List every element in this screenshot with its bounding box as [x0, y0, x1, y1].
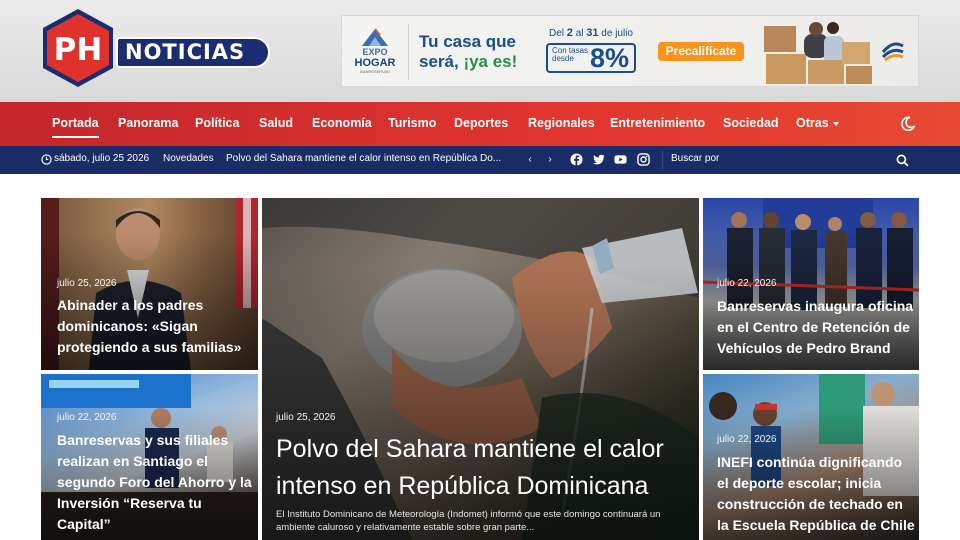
house-icon: [362, 28, 388, 46]
nav-item-politica[interactable]: Política: [195, 102, 239, 146]
clock-icon: [41, 154, 52, 165]
article-card-inefi[interactable]: julio 22, 2026 INEFI continúa dignifican…: [703, 374, 919, 540]
current-date: sábado, julio 25 2026: [54, 153, 150, 164]
article-title[interactable]: Polvo del Sahara mantiene el calor inten…: [276, 431, 688, 505]
article-card-abinader[interactable]: julio 25, 2026 Abinader a los padres dom…: [41, 198, 258, 370]
article-date: julio 22, 2026: [717, 434, 777, 445]
moving-boxes-image: [764, 22, 872, 84]
article-excerpt: El Instituto Dominicano de Meteorología …: [276, 509, 661, 533]
banreservas-small-text: BANRESERVAS: [360, 69, 390, 74]
rate-value: 8%: [589, 43, 629, 73]
facebook-icon[interactable]: [570, 153, 583, 166]
nav-item-entretenimiento[interactable]: Entretenimiento: [610, 102, 705, 146]
date-end: 31: [586, 27, 599, 39]
article-date: julio 25, 2026: [276, 412, 336, 423]
ph-logo-mark: PH: [43, 9, 113, 87]
slogan-line-2b: ¡ya es!: [463, 52, 518, 71]
chevron-down-icon: [832, 121, 839, 126]
article-title[interactable]: Abinader a los padres dominicanos: «Siga…: [57, 295, 252, 358]
expo-text: EXPO: [362, 47, 388, 57]
hogar-text: HOGAR: [354, 57, 396, 69]
ad-banner[interactable]: EXPO HOGAR BANRESERVAS Tu casa que será,…: [341, 15, 919, 87]
twitter-icon[interactable]: [592, 153, 605, 166]
ticker-label: Novedades: [163, 153, 214, 164]
banner-rate-box: Con tasas desde 8%: [546, 43, 636, 73]
ticker-prev-icon[interactable]: ‹: [522, 152, 538, 168]
nav-item-deportes[interactable]: Deportes: [454, 102, 508, 146]
moon-icon[interactable]: [900, 116, 916, 132]
banreservas-icon: [881, 42, 904, 62]
logo-wordmark: NOTICIAS: [116, 37, 270, 68]
date-suffix: de julio: [598, 28, 633, 39]
article-card-banreservas-foro[interactable]: julio 22, 2026 Banreservas y sus filiale…: [41, 374, 258, 540]
ticker-next-icon[interactable]: ›: [542, 152, 558, 168]
banner-divider: [408, 24, 409, 80]
logo-mark-text: PH: [54, 32, 103, 68]
precalificate-button[interactable]: Precalifícate: [658, 42, 744, 61]
banner-date-range: Del 2 al 31 de julio: [546, 27, 636, 40]
instagram-icon[interactable]: [637, 153, 650, 166]
date-prefix: Del: [549, 28, 567, 39]
nav-item-regionales[interactable]: Regionales: [528, 102, 595, 146]
ticker-headline[interactable]: Polvo del Sahara mantiene el calor inten…: [226, 153, 508, 164]
top-bar: sábado, julio 25 2026 Novedades Polvo de…: [0, 146, 960, 174]
topbar-divider: [662, 150, 663, 170]
nav-item-otras[interactable]: Otras: [796, 102, 839, 146]
site-logo[interactable]: PH NOTICIAS: [40, 7, 272, 91]
search-icon[interactable]: [896, 154, 909, 167]
article-title[interactable]: INEFI continúa dignificando el deporte e…: [717, 452, 917, 536]
site-header: PH NOTICIAS EXPO HOGAR BANRESERVAS Tu ca…: [0, 0, 960, 102]
main-nav: Portada Panorama Política Salud Economía…: [0, 102, 960, 146]
youtube-icon[interactable]: [614, 153, 627, 166]
article-card-hero[interactable]: julio 25, 2026 Polvo del Sahara mantiene…: [262, 198, 699, 540]
slogan-line-2a: será,: [419, 52, 464, 71]
nav-item-otras-label: Otras: [796, 116, 829, 130]
nav-item-portada[interactable]: Portada: [52, 102, 99, 146]
nav-item-economia[interactable]: Economía: [312, 102, 372, 146]
nav-item-salud[interactable]: Salud: [259, 102, 293, 146]
nav-item-panorama[interactable]: Panorama: [118, 102, 178, 146]
search-input[interactable]: Buscar por: [671, 153, 719, 164]
date-mid: al: [572, 28, 587, 39]
article-title[interactable]: Banreservas inaugura oficina en el Centr…: [717, 296, 915, 359]
nav-item-sociedad[interactable]: Sociedad: [723, 102, 779, 146]
nav-item-turismo[interactable]: Turismo: [388, 102, 436, 146]
rate-label: Con tasas desde: [552, 46, 589, 63]
article-date: julio 22, 2026: [717, 278, 777, 289]
article-date: julio 22, 2026: [57, 412, 117, 423]
banner-date-block: Del 2 al 31 de julio Con tasas desde 8%: [546, 27, 636, 73]
article-title[interactable]: Banreservas y sus filiales realizan en S…: [57, 430, 255, 535]
slogan-line-1: Tu casa que: [419, 32, 516, 51]
article-card-banreservas-oficina[interactable]: julio 22, 2026 Banreservas inaugura ofic…: [703, 198, 919, 370]
expo-hogar-logo: EXPO HOGAR BANRESERVAS: [350, 26, 400, 78]
banner-slogan: Tu casa que será, ¡ya es!: [419, 32, 527, 72]
article-date: julio 25, 2026: [57, 278, 117, 289]
